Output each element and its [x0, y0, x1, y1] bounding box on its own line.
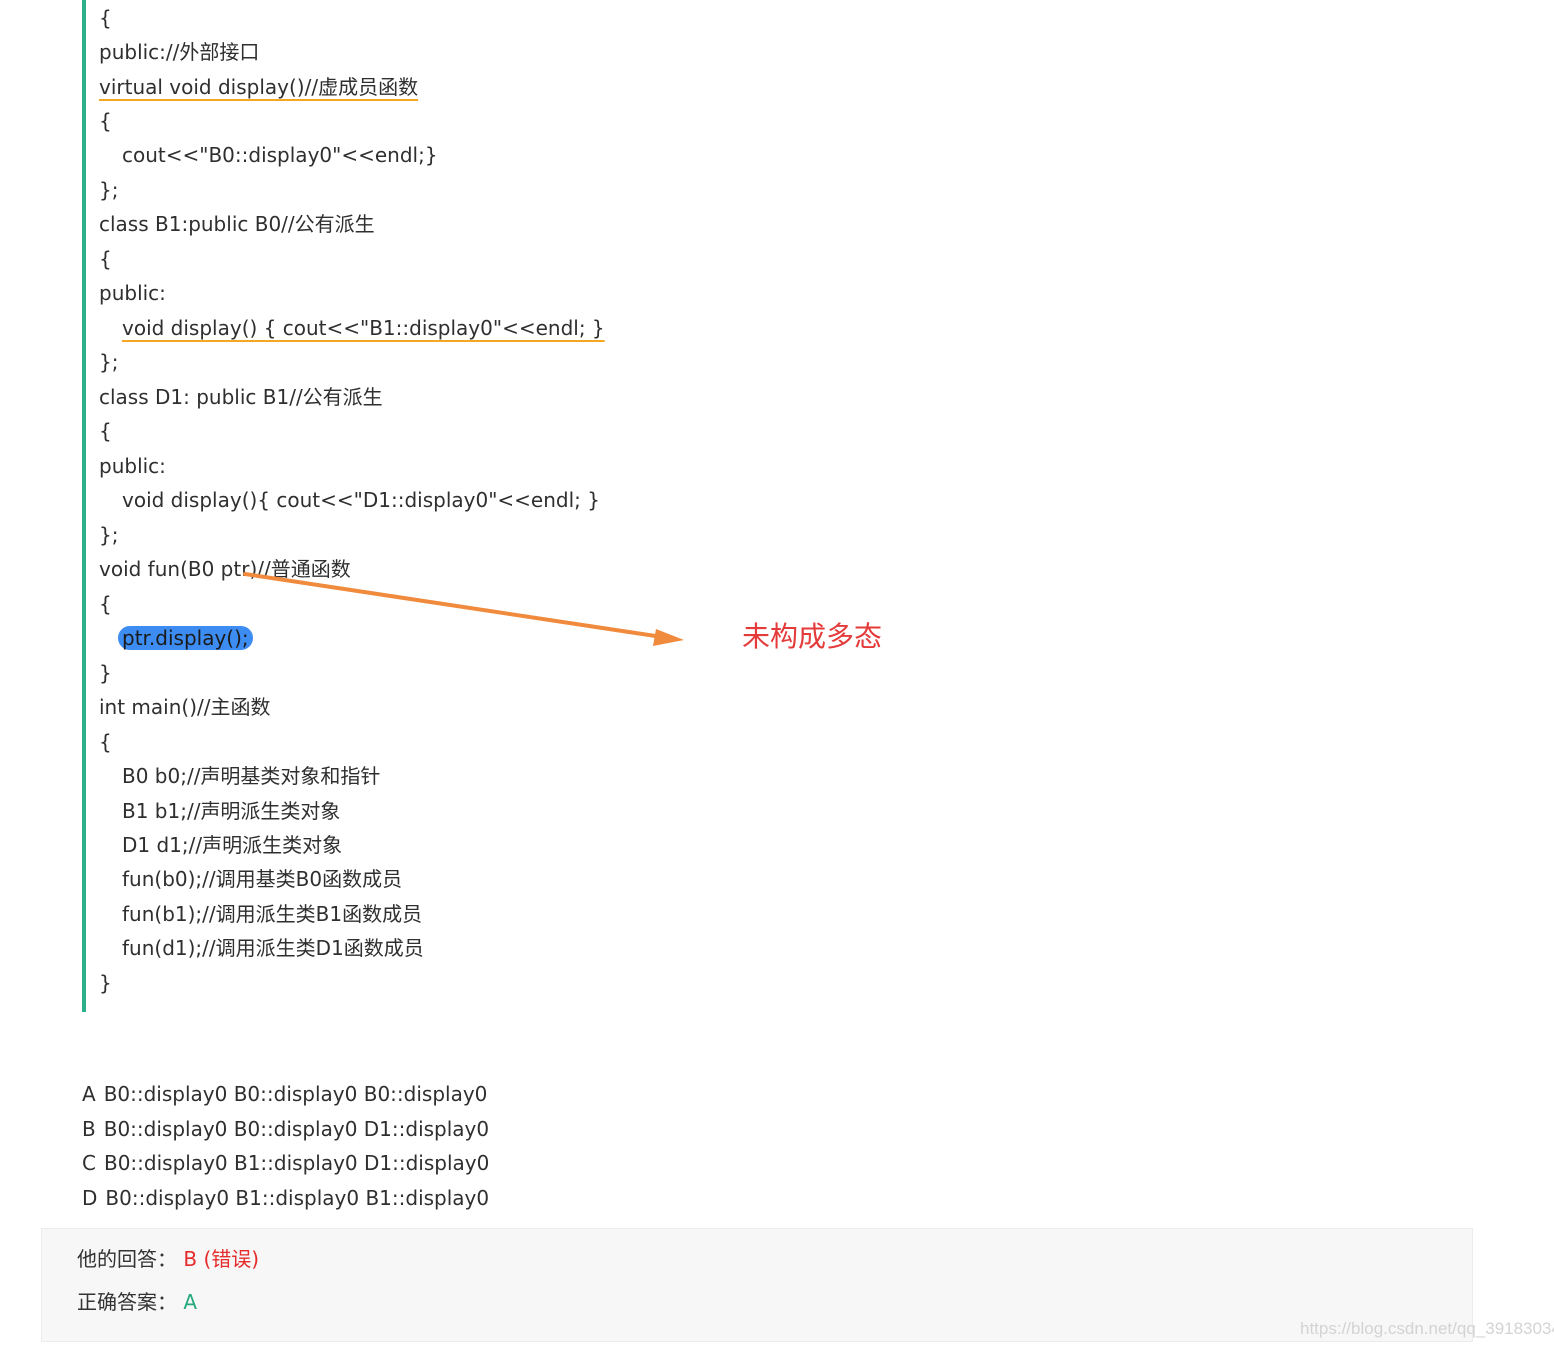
code-line: B1 b1;//声明派生类对象 [122, 799, 341, 823]
annotation-label: 未构成多态 [742, 620, 883, 653]
option-text: B0::display0 B0::display0 B0::display0 [103, 1082, 488, 1106]
code-fragment: cout<<"B0::display0"<<endl;} [122, 143, 438, 167]
code-line-ptr-display: ptr.display(); [118, 621, 253, 655]
code-line: fun(d1);//调用派生类D1函数成员 [122, 936, 424, 960]
code-fragment: void display(){ cout<<"D1::display0"<<en… [122, 488, 600, 512]
code-line: { [99, 247, 112, 271]
code-line: } [99, 661, 112, 685]
code-line-b0-cout: cout<<"B0::display0"<<endl;} [122, 138, 438, 172]
code-line: }; [99, 178, 119, 202]
correct-answer-value: A [183, 1290, 198, 1314]
his-answer-row: 他的回答： B (错误) [77, 1241, 259, 1277]
option-text: B0::display0 B0::display0 D1::display0 [103, 1116, 490, 1141]
watermark: https://blog.csdn.net/qq_39183034 [1300, 1319, 1554, 1338]
option-letter: C [82, 1151, 96, 1176]
code-line: fun(b0);//调用基类B0函数成员 [122, 867, 403, 891]
code-line: public: [99, 281, 166, 305]
option-letter: A [82, 1082, 96, 1106]
code-line: { [99, 6, 112, 30]
code-line-virtual-display: virtual void display()//虚成员函数 [99, 70, 418, 104]
code-line-d1-display: void display(){ cout<<"D1::display0"<<en… [122, 483, 600, 517]
option-letter: D [82, 1185, 98, 1210]
code-line: B0 b0;//声明基类对象和指针 [122, 764, 381, 788]
code-line: }; [99, 523, 119, 547]
code-line: public://外部接口 [99, 40, 260, 64]
his-answer-label: 他的回答： [77, 1247, 177, 1271]
code-line: class D1: public B1//公有派生 [99, 385, 383, 409]
code-line: { [99, 730, 112, 754]
code-line-b1-display: void display() { cout<<"B1::display0"<<e… [122, 311, 605, 345]
code-line: }; [99, 350, 119, 374]
code-line: } [99, 971, 112, 995]
option-text: B0::display0 B1::display0 D1::display0 [103, 1151, 490, 1176]
answer-panel: 他的回答： B (错误) 正确答案： A [41, 1228, 1473, 1342]
code-line: void fun(B0 ptr)//普通函数 [99, 557, 351, 581]
code-line: class B1:public B0//公有派生 [99, 212, 375, 236]
option-c[interactable]: C B0::display0 B1::display0 D1::display0 [82, 1146, 489, 1181]
code-line: { [99, 109, 112, 133]
his-answer-value: B (错误) [183, 1247, 260, 1271]
option-a[interactable]: A B0::display0 B0::display0 B0::display0 [82, 1077, 489, 1112]
code-fragment: virtual void display()//虚成员函数 [99, 75, 419, 99]
code-block: { public://外部接口 virtual void display()//… [82, 0, 1478, 1012]
code-fragment: void display() { cout<<"B1::display0"<<e… [122, 316, 605, 340]
option-text: B0::display0 B1::display0 B1::display0 [105, 1185, 490, 1210]
code-line: int main()//主函数 [99, 695, 271, 719]
option-d[interactable]: D B0::display0 B1::display0 B1::display0 [82, 1181, 489, 1216]
code-line: fun(b1);//调用派生类B1函数成员 [122, 902, 423, 926]
option-letter: B [82, 1116, 96, 1141]
correct-answer-label: 正确答案： [77, 1290, 177, 1314]
option-b[interactable]: B B0::display0 B0::display0 D1::display0 [82, 1112, 489, 1147]
code-line: { [99, 419, 112, 443]
correct-answer-row: 正确答案： A [77, 1284, 197, 1320]
options-list: A B0::display0 B0::display0 B0::display0 … [82, 1077, 489, 1215]
code-line: public: [99, 454, 166, 478]
code-line: D1 d1;//声明派生类对象 [122, 833, 343, 857]
highlighted-code: ptr.display(); [118, 626, 253, 650]
code-line: { [99, 592, 112, 616]
